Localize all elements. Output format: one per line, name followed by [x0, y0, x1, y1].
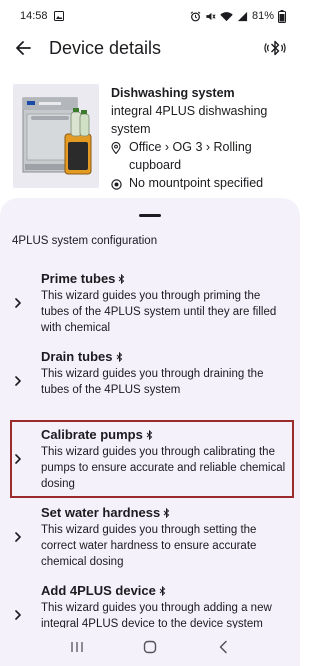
back-button[interactable] [12, 37, 34, 59]
bluetooth-icon [146, 430, 153, 440]
device-name: Dishwashing system [111, 86, 235, 100]
wizard-item-prime-tubes[interactable]: Prime tubes This wizard guides you throu… [0, 264, 300, 342]
bluetooth-icon [163, 508, 170, 518]
device-info: Dishwashing system integral 4PLUS dishwa… [111, 84, 291, 195]
chevron-right-icon [14, 420, 22, 498]
device-mountpoint: No mountpoint specified [111, 174, 291, 195]
recent-apps-icon [71, 642, 83, 652]
wizard-text: Prime tubes This wizard guides you throu… [41, 270, 290, 336]
wizard-description: This wizard guides you through adding a … [41, 602, 272, 628]
wizard-text: Add 4PLUS device This wizard guides you … [41, 582, 290, 628]
wifi-icon [220, 11, 233, 22]
wizard-item-drain-tubes[interactable]: Drain tubes This wizard guides you throu… [0, 342, 300, 420]
wizard-text: Drain tubes This wizard guides you throu… [41, 348, 290, 398]
wizard-description: This wizard guides you through setting t… [41, 524, 257, 568]
status-time: 14:58 [20, 10, 48, 22]
wizard-text: Set water hardness This wizard guides yo… [41, 504, 290, 570]
bluetooth-connected-icon [264, 40, 286, 56]
wizard-item-calibrate-pumps[interactable]: Calibrate pumps This wizard guides you t… [10, 420, 294, 498]
chevron-right-icon [14, 576, 22, 628]
wizard-description: This wizard guides you through draining … [41, 368, 264, 396]
location-pin-icon [111, 138, 125, 159]
wizard-item-set-water-hardness[interactable]: Set water hardness This wizard guides yo… [0, 498, 300, 576]
wizard-title-label: Drain tubes [41, 349, 113, 364]
bluetooth-icon [116, 352, 122, 362]
arrow-back-icon [16, 41, 31, 55]
configuration-sheet: 4PLUS system configuration Prime tubes T… [0, 198, 300, 628]
wizard-title-label: Calibrate pumps [41, 427, 143, 442]
wizard-title: Set water hardness [41, 504, 290, 522]
wizard-title: Drain tubes [41, 348, 290, 366]
chevron-right-icon [14, 498, 22, 576]
alarm-icon [190, 11, 201, 22]
status-bar: 14:58 81% [0, 0, 300, 32]
page-title: Device details [49, 37, 162, 58]
mountpoint-text: No mountpoint specified [129, 176, 264, 190]
bluetooth-icon [159, 586, 166, 596]
home-icon [143, 640, 157, 654]
gallery-icon [53, 11, 64, 21]
app-bar: Device details [0, 32, 300, 64]
wizard-list: Prime tubes This wizard guides you throu… [0, 264, 300, 628]
device-image [13, 84, 99, 188]
wizard-title: Calibrate pumps [41, 426, 290, 444]
section-title: 4PLUS system configuration [12, 235, 158, 247]
wizard-description: This wizard guides you through calibrati… [41, 446, 286, 490]
signal-icon [237, 11, 248, 22]
drag-handle[interactable] [139, 214, 161, 217]
device-model: integral 4PLUS dishwashing system [111, 104, 268, 136]
wizard-item-add-4plus-device[interactable]: Add 4PLUS device This wizard guides you … [0, 576, 300, 628]
chevron-right-icon [14, 264, 22, 342]
recent-apps-button[interactable] [62, 634, 92, 660]
bluetooth-button[interactable] [262, 35, 288, 61]
system-nav-bar [0, 628, 300, 666]
wizard-title: Add 4PLUS device [41, 582, 290, 600]
status-left: 14:58 [20, 10, 64, 22]
home-button[interactable] [135, 634, 165, 660]
device-location: Office › OG 3 › Rolling cupboard [111, 138, 291, 174]
wizard-text: Calibrate pumps This wizard guides you t… [41, 426, 290, 492]
wizard-title: Prime tubes [41, 270, 290, 288]
battery-percent: 81% [251, 10, 274, 22]
location-text: Office › OG 3 › Rolling cupboard [129, 140, 252, 172]
bluetooth-icon [119, 274, 125, 284]
wizard-title-label: Set water hardness [41, 505, 161, 520]
mute-icon [205, 11, 216, 22]
wizard-title-label: Add 4PLUS device [41, 583, 156, 598]
device-header: Dishwashing system integral 4PLUS dishwa… [0, 78, 300, 198]
wizard-description: This wizard guides you through priming t… [41, 290, 277, 334]
status-right: 81% [190, 9, 286, 23]
chevron-right-icon [14, 342, 22, 420]
wizard-title-label: Prime tubes [41, 271, 116, 286]
nav-back-button[interactable] [208, 634, 238, 660]
target-icon [111, 174, 125, 195]
back-icon [220, 640, 228, 654]
battery-icon [278, 9, 286, 23]
